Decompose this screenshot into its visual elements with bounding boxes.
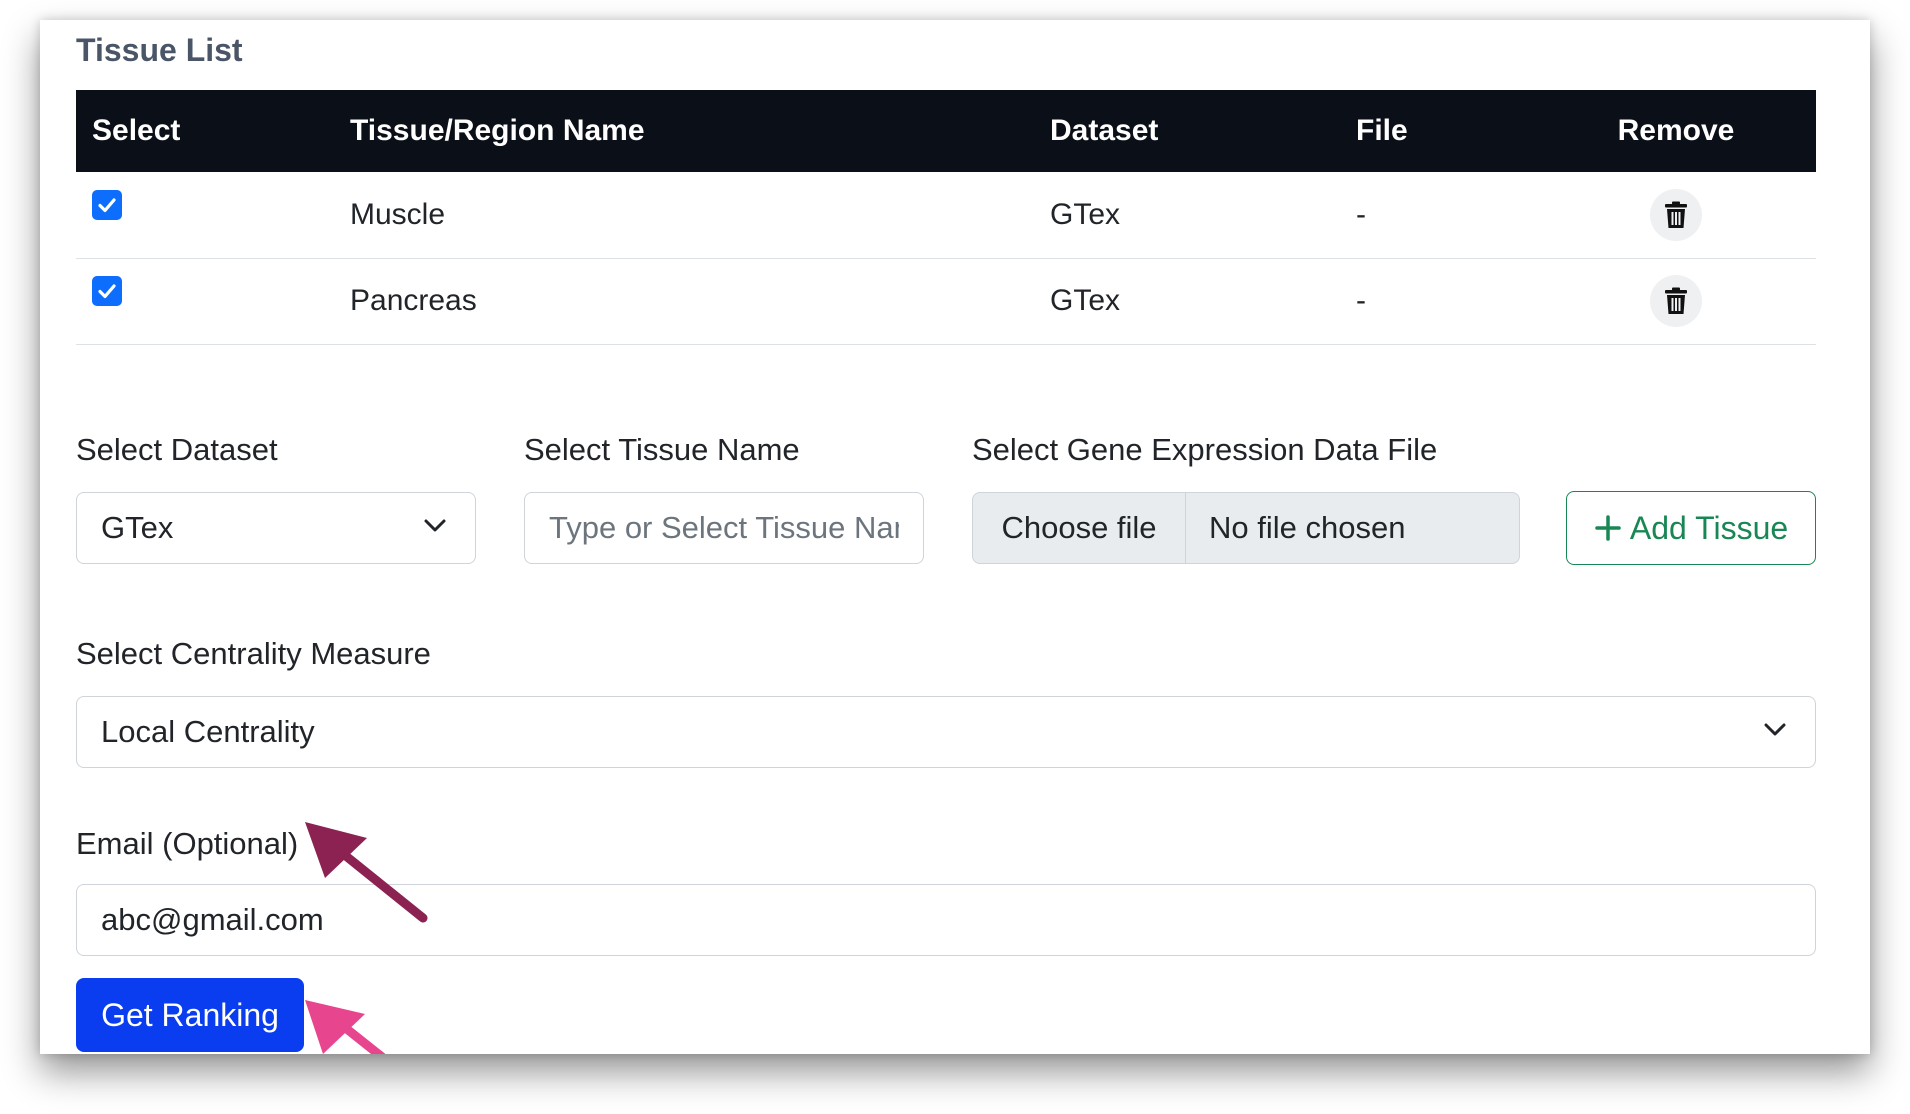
- column-header-tissue-name: Tissue/Region Name: [350, 114, 645, 147]
- get-ranking-button[interactable]: Get Ranking: [76, 978, 304, 1052]
- check-icon: [98, 284, 116, 299]
- tissue-name-placeholder: Type or Select Tissue Name: [549, 510, 899, 545]
- row-dataset: GTex: [1050, 284, 1121, 317]
- plus-icon: [1595, 515, 1621, 541]
- dataset-select-value: GTex: [101, 510, 174, 545]
- email-label: Email (Optional): [76, 826, 299, 861]
- chevron-down-icon: [424, 519, 446, 532]
- choose-file-button[interactable]: Choose file: [973, 493, 1186, 563]
- add-tissue-button[interactable]: Add Tissue: [1566, 491, 1816, 565]
- row-tissue-name: Pancreas: [350, 284, 477, 317]
- row-select-checkbox[interactable]: [92, 189, 122, 220]
- email-input-value: abc@gmail.com: [101, 902, 324, 937]
- arrow-icon: [305, 822, 428, 923]
- tissue-table: Select Tissue/Region Name Dataset File R…: [76, 90, 1816, 345]
- table-header-row: Select Tissue/Region Name Dataset File R…: [76, 90, 1816, 172]
- chevron-down-icon: [1764, 723, 1786, 736]
- centrality-select-value: Local Centrality: [101, 714, 315, 749]
- column-header-select: Select: [92, 114, 181, 147]
- file-label: Select Gene Expression Data File: [972, 432, 1438, 467]
- column-header-file: File: [1356, 114, 1408, 147]
- trash-icon: [1665, 201, 1687, 228]
- row-file: -: [1356, 284, 1366, 317]
- file-input[interactable]: Choose file No file chosen: [972, 492, 1520, 564]
- check-icon: [98, 198, 116, 212]
- dataset-select[interactable]: GTex: [76, 492, 476, 564]
- column-header-remove: Remove: [1617, 114, 1735, 147]
- row-file: -: [1356, 197, 1366, 231]
- app-window: Tissue List Select Tissue/Region Name Da…: [40, 20, 1870, 1054]
- tissue-name-input[interactable]: Type or Select Tissue Name: [524, 492, 924, 564]
- add-tissue-label: Add Tissue: [1629, 509, 1789, 546]
- centrality-label: Select Centrality Measure: [76, 636, 431, 671]
- section-title: Tissue List: [76, 32, 243, 68]
- remove-row-button[interactable]: [1650, 188, 1702, 241]
- arrow-icon: [305, 1000, 386, 1054]
- file-status: No file chosen: [1209, 510, 1406, 545]
- row-tissue-name: Muscle: [350, 197, 446, 231]
- remove-row-button[interactable]: [1650, 275, 1702, 327]
- trash-icon: [1665, 287, 1687, 314]
- centrality-select[interactable]: Local Centrality: [76, 696, 1816, 768]
- tissue-name-label: Select Tissue Name: [524, 432, 800, 467]
- table-row: Pancreas GTex -: [76, 258, 1816, 344]
- row-dataset: GTex: [1050, 197, 1121, 231]
- row-select-checkbox[interactable]: [92, 276, 122, 306]
- column-header-dataset: Dataset: [1050, 114, 1159, 147]
- dataset-label: Select Dataset: [76, 432, 278, 467]
- table-row: Muscle GTex -: [76, 172, 1816, 258]
